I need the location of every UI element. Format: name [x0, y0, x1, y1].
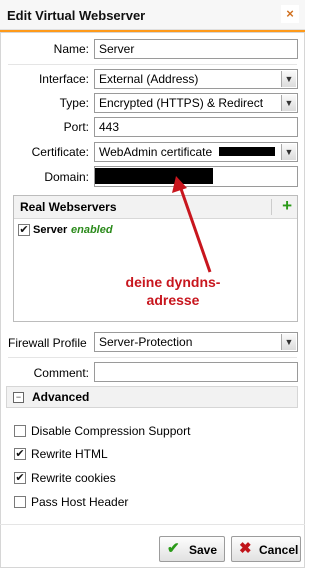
advanced-header[interactable]: − Advanced — [6, 386, 298, 408]
rewrite-cookies-checkbox[interactable]: ✔ — [14, 472, 26, 484]
comment-input[interactable] — [94, 362, 298, 382]
comment-label: Comment: — [33, 366, 89, 380]
cancel-button[interactable]: ✖ Cancel — [231, 536, 301, 562]
advanced-title: Advanced — [32, 390, 90, 404]
disable-compression-label[interactable]: Disable Compression Support — [31, 424, 190, 438]
checkmark-icon: ✔ — [167, 540, 180, 557]
disable-compression-checkbox[interactable] — [14, 425, 26, 437]
firewall-value: Server-Protection — [99, 335, 193, 349]
firewall-select[interactable]: Server-Protection ▼ — [94, 332, 298, 352]
annotation-line-2: adresse — [146, 292, 200, 308]
annotation-text: deine dyndns- adresse — [118, 273, 228, 309]
save-button[interactable]: ✔ Save — [159, 536, 225, 562]
rewrite-cookies-label[interactable]: Rewrite cookies — [31, 471, 116, 485]
collapse-icon[interactable]: − — [13, 392, 24, 403]
annotation-line-1: deine dyndns- — [125, 274, 221, 290]
rewrite-html-label[interactable]: Rewrite HTML — [31, 447, 108, 461]
separator — [8, 357, 297, 358]
pass-host-header-checkbox[interactable] — [14, 496, 26, 508]
pass-host-header-label[interactable]: Pass Host Header — [31, 495, 128, 509]
separator — [0, 524, 305, 525]
rewrite-html-checkbox[interactable]: ✔ — [14, 448, 26, 460]
cancel-icon: ✖ — [239, 540, 252, 557]
firewall-label: Firewall Profile — [8, 336, 87, 350]
save-button-label: Save — [189, 543, 218, 557]
chevron-down-icon[interactable]: ▼ — [281, 334, 296, 350]
cancel-button-label: Cancel — [259, 543, 299, 557]
